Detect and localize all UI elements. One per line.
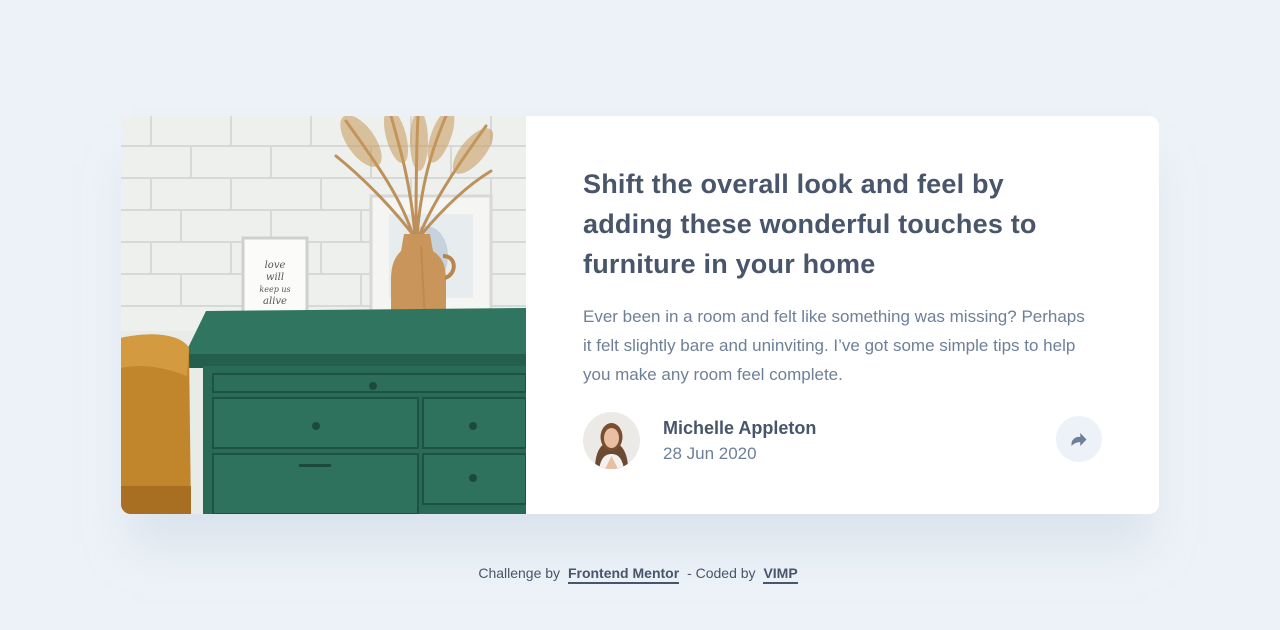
svg-text:keep us: keep us: [259, 285, 290, 294]
article-card: love will keep us alive Shift the overal…: [121, 116, 1159, 514]
attribution-prefix: Challenge by: [478, 565, 561, 581]
author-block: Michelle Appleton 28 Jun 2020: [583, 412, 816, 469]
share-button[interactable]: [1056, 416, 1102, 462]
article-content: Shift the overall look and feel by addin…: [526, 116, 1159, 514]
attribution-footer: Challenge by Frontend Mentor - Coded by …: [0, 565, 1280, 584]
author-link[interactable]: VIMP: [763, 565, 798, 584]
author-text: Michelle Appleton 28 Jun 2020: [663, 416, 816, 466]
article-title: Shift the overall look and feel by addin…: [583, 169, 1037, 279]
svg-text:alive: alive: [263, 296, 287, 307]
frontend-mentor-link[interactable]: Frontend Mentor: [567, 565, 680, 584]
author-name: Michelle Appleton: [663, 417, 817, 438]
svg-text:will: will: [266, 272, 284, 283]
article-description: Ever been in a room and felt like someth…: [583, 307, 1085, 384]
drawers-photo: love will keep us alive: [121, 116, 526, 514]
share-arrow-icon: [1071, 432, 1087, 446]
avatar: [583, 412, 640, 469]
attribution-middle: - Coded by: [687, 565, 756, 581]
publish-date: 28 Jun 2020: [663, 443, 757, 463]
svg-text:love: love: [265, 260, 286, 271]
